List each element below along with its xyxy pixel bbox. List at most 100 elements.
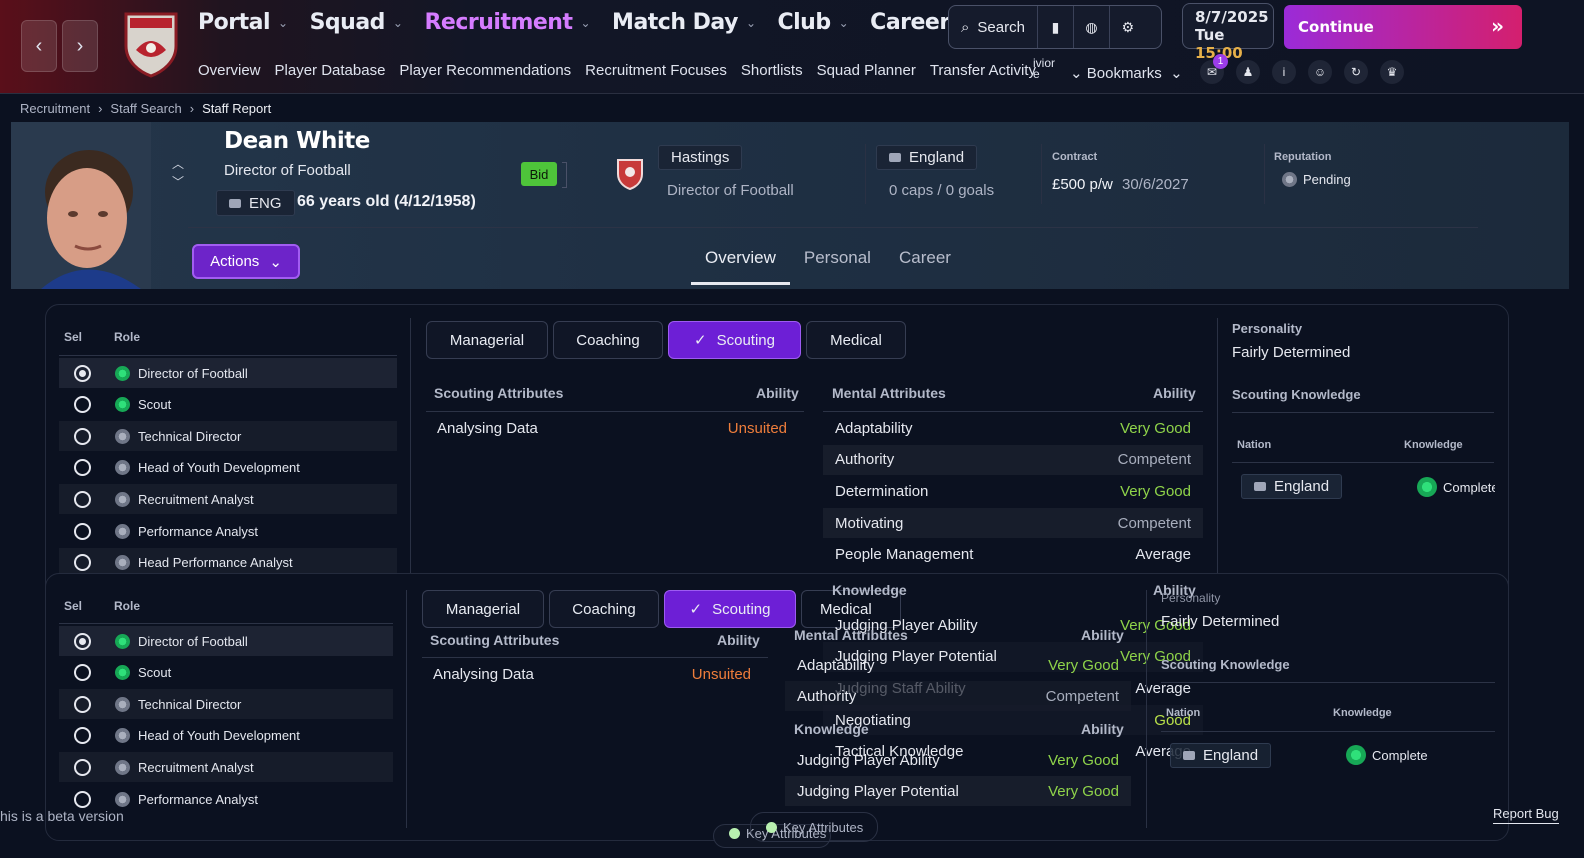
info-button[interactable]: i — [1272, 60, 1296, 84]
kit-button[interactable]: ♟ — [1236, 60, 1260, 84]
attribute-row[interactable]: Analysing Data Unsuited — [421, 659, 763, 689]
subnav-recruitment-focuses[interactable]: Recruitment Focuses — [585, 62, 727, 79]
messages-button[interactable]: ✉ 1 — [1200, 54, 1228, 84]
role-row[interactable]: Scout — [59, 658, 393, 688]
chevron-down-icon: ⌄ — [745, 15, 756, 30]
globe-button[interactable]: ◍ — [1074, 6, 1110, 48]
bid-badge[interactable]: Bid — [521, 162, 557, 186]
tab-managerial[interactable]: Managerial — [422, 590, 544, 628]
role-suitability-icon — [115, 460, 130, 476]
radio-button[interactable] — [74, 664, 91, 682]
scouting-attributes-header: Scouting Attributes — [434, 385, 564, 401]
search-label: Search — [977, 18, 1025, 36]
search-button[interactable]: ⌕ Search — [949, 6, 1038, 48]
role-row[interactable]: Technical Director — [59, 421, 397, 452]
role-row[interactable]: Scout — [59, 390, 397, 420]
nav-recruitment[interactable]: Recruitment ⌄ — [424, 10, 590, 35]
radio-button[interactable] — [74, 427, 91, 445]
club-crest-logo[interactable] — [122, 10, 180, 78]
attribute-row[interactable]: Adaptability Very Good — [785, 650, 1131, 680]
actions-button[interactable]: Actions ⌄ — [192, 244, 300, 279]
subnav-player-recommendations[interactable]: Player Recommendations — [399, 62, 571, 79]
radio-button[interactable] — [74, 758, 91, 776]
tab-coaching[interactable]: Coaching — [553, 321, 663, 359]
forward-button[interactable]: › — [62, 20, 98, 72]
chevron-up-icon[interactable]: ︿ — [172, 155, 184, 173]
attribute-row[interactable]: Analysing Data Unsuited — [425, 413, 799, 443]
attribute-row[interactable]: Authority Competent — [823, 444, 1203, 475]
refresh-button[interactable]: ↻ — [1344, 60, 1368, 84]
back-button[interactable]: ‹ — [21, 20, 57, 72]
attribute-row[interactable]: Determination Very Good — [823, 476, 1203, 506]
radio-selected[interactable] — [74, 632, 91, 650]
scouting-knowledge-label: Scouting Knowledge — [1161, 657, 1290, 672]
tab-scouting[interactable]: ✓ Scouting — [668, 321, 801, 359]
tab-scouting[interactable]: ✓ Scouting — [664, 590, 796, 628]
knowledge-nation-pill[interactable]: England — [1241, 474, 1343, 499]
nation-full-pill[interactable]: England — [876, 145, 978, 170]
date-value: 8/7/2025 — [1195, 8, 1269, 26]
subnav-overflow[interactable]: ivior e — [1033, 57, 1055, 80]
radio-button[interactable] — [74, 790, 91, 808]
nation-pill[interactable]: ENG — [216, 190, 295, 216]
subnav-player-database[interactable]: Player Database — [275, 62, 386, 79]
attribute-row[interactable]: Judging Player Ability Very Good — [785, 745, 1131, 775]
radio-button[interactable] — [74, 522, 91, 540]
tab-overview[interactable]: Overview — [691, 240, 790, 285]
subnav-shortlists[interactable]: Shortlists — [741, 62, 803, 79]
report-bug-link[interactable]: Report Bug — [1493, 806, 1559, 824]
attribute-row[interactable]: Judging Player Potential Very Good — [785, 776, 1131, 806]
subnav-overview[interactable]: Overview — [198, 62, 261, 79]
breadcrumb-staff-search[interactable]: Staff Search — [110, 101, 181, 116]
tab-career[interactable]: Career — [885, 240, 965, 285]
date-display[interactable]: 8/7/2025 Tue 15:00 — [1182, 3, 1274, 62]
continue-button[interactable]: Continue » — [1284, 5, 1522, 49]
attribute-row[interactable]: Adaptability Very Good — [823, 413, 1203, 443]
club-badge-icon[interactable] — [616, 156, 644, 195]
settings-button[interactable]: ⚙ — [1110, 6, 1146, 48]
mental-attributes-header: Mental Attributes — [794, 627, 908, 643]
role-row[interactable]: Head of Youth Development — [59, 453, 397, 483]
subnav-transfer-activity[interactable]: Transfer Activity — [930, 62, 1036, 79]
staff-button[interactable]: ☺ — [1308, 60, 1332, 84]
attribute-row[interactable]: Authority Competent — [785, 681, 1131, 711]
tab-medical[interactable]: Medical — [806, 321, 906, 359]
key-attributes-legend[interactable]: Key Attributes — [766, 820, 863, 835]
club-name: Hastings — [671, 149, 730, 166]
role-row[interactable]: Recruitment Analyst — [59, 484, 397, 515]
breadcrumb-recruitment[interactable]: Recruitment — [20, 101, 90, 116]
nav-portal[interactable]: Portal ⌄ — [198, 10, 288, 35]
role-row[interactable]: Director of Football — [59, 626, 393, 656]
role-row[interactable]: Recruitment Analyst — [59, 752, 393, 783]
chevron-down-icon[interactable]: ﹀ — [172, 173, 184, 191]
role-row[interactable]: Performance Analyst — [59, 516, 397, 546]
role-row[interactable]: Technical Director — [59, 689, 393, 720]
trophy-button[interactable]: ♛ — [1380, 60, 1404, 84]
club-pill[interactable]: Hastings — [658, 145, 743, 170]
bookmark-button[interactable]: ▮ — [1038, 6, 1074, 48]
radio-button[interactable] — [74, 695, 91, 713]
knowledge-header: Knowledge — [832, 582, 907, 598]
tab-managerial[interactable]: Managerial — [426, 321, 548, 359]
tab-personal[interactable]: Personal — [790, 240, 885, 285]
nav-match-day[interactable]: Match Day ⌄ — [612, 10, 756, 35]
nav-club[interactable]: Club ⌄ — [778, 10, 849, 35]
bookmarks-dropdown[interactable]: ⌄ Bookmarks ⌄ — [1070, 64, 1183, 82]
radio-selected[interactable] — [74, 364, 91, 382]
radio-button[interactable] — [74, 459, 91, 477]
profile-switcher[interactable]: ︿ ﹀ — [172, 155, 184, 191]
radio-button[interactable] — [74, 554, 91, 572]
subnav-squad-planner[interactable]: Squad Planner — [817, 62, 916, 79]
radio-button[interactable] — [74, 490, 91, 508]
mental-ability-header: Ability — [1153, 385, 1196, 401]
radio-button[interactable] — [74, 727, 91, 745]
attribute-row[interactable]: Motivating Competent — [823, 508, 1203, 539]
role-row[interactable]: Head of Youth Development — [59, 721, 393, 751]
nav-squad[interactable]: Squad ⌄ — [310, 10, 403, 35]
role-row[interactable]: Director of Football — [59, 358, 397, 388]
attribute-row[interactable]: People Management Average — [823, 540, 1203, 570]
col-nation-header: Nation — [1237, 439, 1272, 451]
tab-coaching[interactable]: Coaching — [549, 590, 659, 628]
radio-button[interactable] — [74, 396, 91, 414]
knowledge-nation-pill[interactable]: England — [1170, 743, 1272, 768]
